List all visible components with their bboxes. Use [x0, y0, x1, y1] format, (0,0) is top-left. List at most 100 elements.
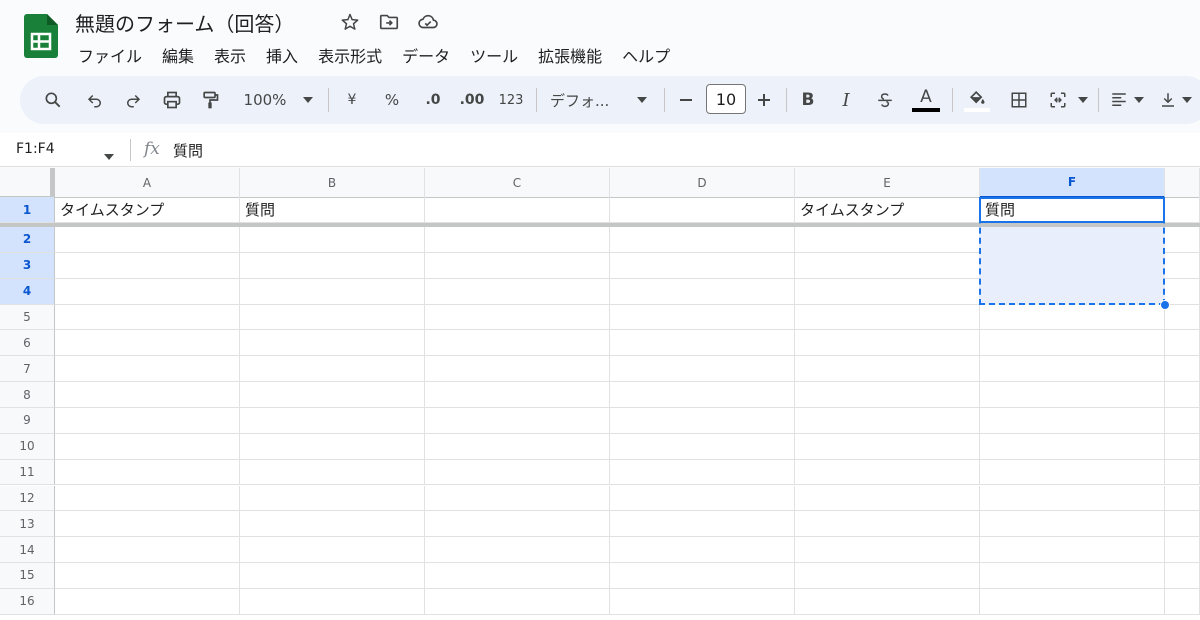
row-header-4[interactable]: 4	[0, 278, 55, 305]
align-chevron-down-icon[interactable]	[1132, 76, 1146, 124]
cell-overflow-2[interactable]	[1165, 227, 1200, 253]
row-header-16[interactable]: 16	[0, 588, 55, 615]
cell-c8[interactable]	[425, 382, 610, 408]
row-header-12[interactable]: 12	[0, 485, 55, 512]
cell-a7[interactable]	[55, 356, 240, 383]
paint-format-icon[interactable]	[197, 76, 223, 124]
cell-d8[interactable]	[610, 382, 795, 408]
cell-e3[interactable]	[795, 252, 980, 279]
font-family-select[interactable]: デフォ...	[550, 76, 622, 124]
move-to-folder-icon[interactable]	[377, 10, 401, 34]
cell-d10[interactable]	[610, 433, 795, 460]
cell-a12[interactable]	[55, 485, 240, 512]
menu-file[interactable]: ファイル	[68, 40, 152, 70]
cell-overflow-14[interactable]	[1165, 537, 1200, 564]
cell-f15[interactable]	[980, 563, 1165, 589]
star-icon[interactable]	[338, 10, 362, 34]
column-header-d[interactable]: D	[610, 168, 795, 198]
document-title[interactable]: 無題のフォーム（回答）	[75, 8, 294, 37]
fill-color-icon[interactable]	[962, 76, 992, 124]
cell-c14[interactable]	[425, 537, 610, 564]
increase-font-size-icon[interactable]	[752, 76, 776, 124]
cell-d6[interactable]	[610, 330, 795, 357]
vertical-align-icon[interactable]	[1156, 76, 1180, 124]
borders-icon[interactable]	[1006, 76, 1032, 124]
font-chevron-down-icon[interactable]	[634, 76, 650, 124]
cell-a1[interactable]: タイムスタンプ	[55, 197, 240, 223]
cell-b15[interactable]	[240, 563, 425, 589]
sheets-logo-icon[interactable]	[24, 14, 58, 58]
cell-a16[interactable]	[55, 588, 240, 615]
row-header-1[interactable]: 1	[0, 197, 55, 223]
cell-c13[interactable]	[425, 511, 610, 538]
row-header-5[interactable]: 5	[0, 304, 55, 331]
cell-d4[interactable]	[610, 278, 795, 305]
cell-c9[interactable]	[425, 407, 610, 434]
cell-b1[interactable]: 質問	[240, 197, 425, 223]
formula-input[interactable]: 質問	[173, 140, 203, 161]
row-header-15[interactable]: 15	[0, 563, 55, 589]
cell-b4[interactable]	[240, 278, 425, 305]
cell-b11[interactable]	[240, 459, 425, 486]
cell-a15[interactable]	[55, 563, 240, 589]
spreadsheet-grid[interactable]: A B C D E F 1 タイムスタンプ 質問 タイムスタンプ 質問 2 3 4 5 6 7 8 9 10 11 12 1…	[0, 168, 1200, 620]
cell-c2[interactable]	[425, 227, 610, 253]
cell-d11[interactable]	[610, 459, 795, 486]
cell-overflow-12[interactable]	[1165, 485, 1200, 512]
font-size-input[interactable]: 10	[706, 84, 746, 114]
cell-b10[interactable]	[240, 433, 425, 460]
cell-b2[interactable]	[240, 227, 425, 253]
cell-e2[interactable]	[795, 227, 980, 253]
cell-overflow-5[interactable]	[1165, 304, 1200, 331]
cell-e11[interactable]	[795, 459, 980, 486]
cell-a14[interactable]	[55, 537, 240, 564]
cell-overflow-3[interactable]	[1165, 252, 1200, 279]
row-header-2[interactable]: 2	[0, 227, 55, 253]
merge-cells-icon[interactable]	[1044, 76, 1072, 124]
cell-d14[interactable]	[610, 537, 795, 564]
cell-c5[interactable]	[425, 304, 610, 331]
menu-view[interactable]: 表示	[204, 40, 256, 70]
strikethrough-icon[interactable]	[872, 76, 898, 124]
cell-e1[interactable]: タイムスタンプ	[795, 197, 980, 223]
increase-decimal-button[interactable]: .00	[456, 76, 488, 124]
cell-e6[interactable]	[795, 330, 980, 357]
search-menus-icon[interactable]	[40, 76, 66, 124]
cell-f8[interactable]	[980, 382, 1165, 408]
menu-tools[interactable]: ツール	[460, 40, 528, 70]
cell-overflow-4[interactable]	[1165, 278, 1200, 305]
cell-f9[interactable]	[980, 407, 1165, 434]
cell-b6[interactable]	[240, 330, 425, 357]
percent-format-button[interactable]: %	[380, 76, 404, 124]
cell-a9[interactable]	[55, 407, 240, 434]
cell-d5[interactable]	[610, 304, 795, 331]
cell-overflow-11[interactable]	[1165, 459, 1200, 486]
cell-overflow-16[interactable]	[1165, 588, 1200, 615]
row-header-3[interactable]: 3	[0, 252, 55, 279]
cell-overflow-8[interactable]	[1165, 382, 1200, 408]
menu-edit[interactable]: 編集	[152, 40, 204, 70]
cell-overflow-7[interactable]	[1165, 356, 1200, 383]
undo-icon[interactable]	[82, 76, 108, 124]
cell-c16[interactable]	[425, 588, 610, 615]
cell-a6[interactable]	[55, 330, 240, 357]
cell-f13[interactable]	[980, 511, 1165, 538]
cell-f7[interactable]	[980, 356, 1165, 383]
currency-format-button[interactable]: ¥	[340, 76, 364, 124]
cell-f16[interactable]	[980, 588, 1165, 615]
fill-handle[interactable]	[1160, 300, 1170, 310]
cell-c12[interactable]	[425, 485, 610, 512]
number-format-button[interactable]: 123	[496, 76, 526, 124]
cell-c7[interactable]	[425, 356, 610, 383]
name-box[interactable]: F1:F4	[16, 141, 55, 157]
cell-e13[interactable]	[795, 511, 980, 538]
cell-f11[interactable]	[980, 459, 1165, 486]
cell-e7[interactable]	[795, 356, 980, 383]
cell-d9[interactable]	[610, 407, 795, 434]
cell-e10[interactable]	[795, 433, 980, 460]
cell-a10[interactable]	[55, 433, 240, 460]
text-color-button[interactable]: A	[910, 76, 942, 124]
merge-chevron-down-icon[interactable]	[1076, 76, 1090, 124]
cell-a4[interactable]	[55, 278, 240, 305]
horizontal-align-icon[interactable]	[1106, 76, 1132, 124]
